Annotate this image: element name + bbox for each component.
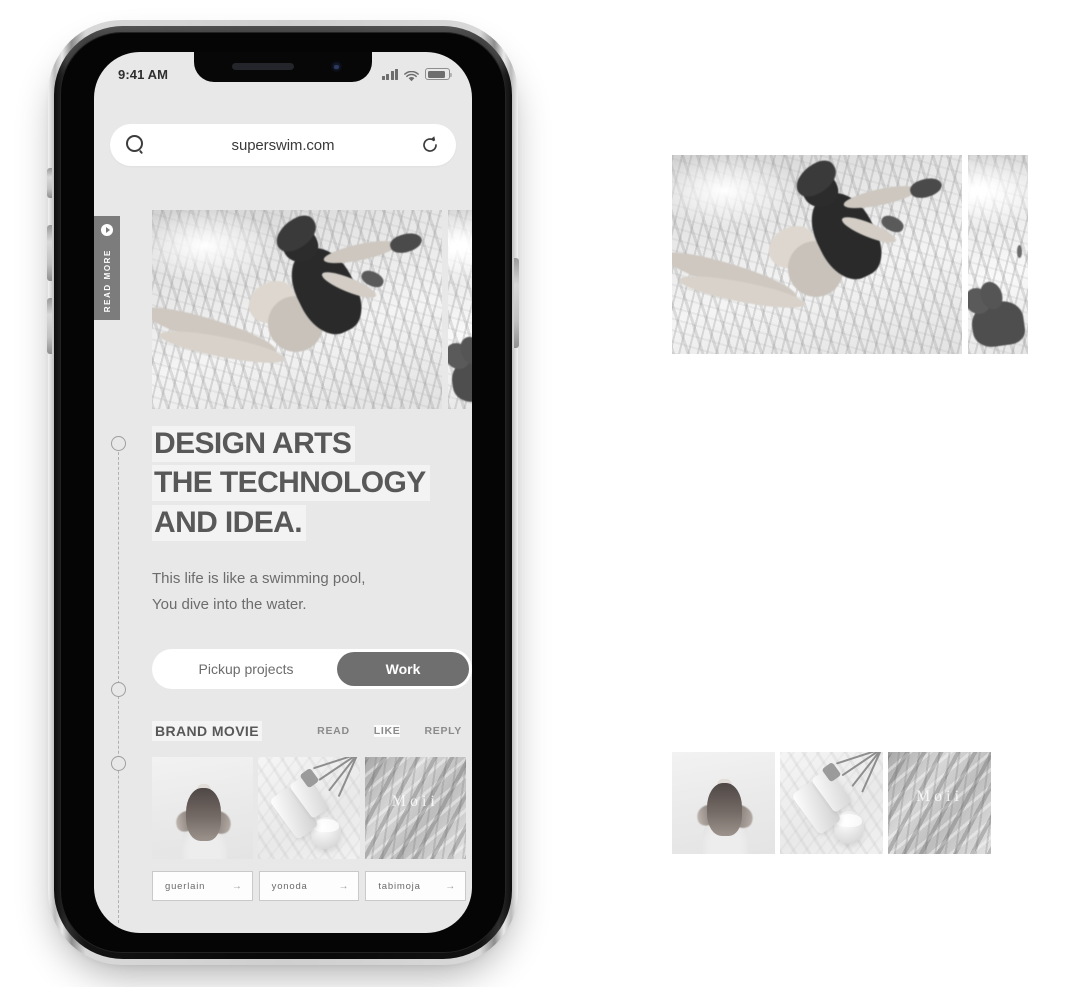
link-like[interactable]: LIKE — [373, 725, 401, 738]
brand-movie-title: BRAND MOVIE — [152, 721, 262, 742]
arrow-right-icon: → — [445, 880, 457, 892]
toggle-option-work[interactable]: Work — [337, 652, 469, 687]
headline-line-1: DESIGN ARTS — [152, 426, 356, 462]
thumbnail-overlay-text: Moii — [391, 793, 439, 811]
earpiece-speaker-icon — [232, 63, 294, 70]
status-icons — [381, 68, 452, 81]
thumbnail-item-3[interactable]: Moii — [364, 757, 466, 860]
brand-chip-row: guerlain → yonoda → tabimoja → — [152, 871, 467, 902]
arrow-right-icon: → — [231, 880, 243, 892]
phone-device-mockup: 9:41 AM superswim.com READ MORE DESIGN A… — [47, 20, 519, 965]
brand-movie-row: BRAND MOVIE READ LIKE REPLY — [152, 721, 466, 742]
thumb-3-asset[interactable]: Moii — [888, 752, 991, 854]
chip-guerlain[interactable]: guerlain → — [152, 871, 253, 902]
volume-down-button[interactable] — [47, 298, 52, 354]
read-more-label: READ MORE — [102, 248, 112, 312]
subcopy-line-2: You dive into the water. — [152, 595, 307, 613]
thumb-2-asset[interactable] — [780, 752, 883, 854]
thumbnail-overlay-text-asset: Moii — [915, 788, 964, 805]
content-column: DESIGN ARTS THE TECHNOLOGY AND IDEA. Thi… — [152, 424, 472, 902]
signal-icon — [381, 68, 398, 80]
url-text[interactable]: superswim.com — [146, 137, 420, 154]
subheading-text: This life is like a swimming pool, You d… — [152, 566, 466, 618]
link-reply[interactable]: REPLY — [424, 725, 462, 737]
timeline-node — [111, 682, 126, 697]
link-read[interactable]: READ — [317, 725, 350, 737]
screenshot-root: 9:41 AM superswim.com READ MORE DESIGN A… — [0, 0, 1080, 987]
phone-screen: 9:41 AM superswim.com READ MORE DESIGN A… — [94, 52, 472, 933]
chip-yonoda[interactable]: yonoda → — [258, 871, 360, 902]
thumbnail-item-2[interactable] — [258, 757, 360, 860]
timeline-node — [111, 436, 126, 451]
timeline-node — [111, 756, 126, 771]
status-time: 9:41 AM — [118, 66, 169, 82]
thumbnail-item-1[interactable] — [152, 757, 254, 860]
subcopy-line-1: This life is like a swimming pool, — [152, 569, 366, 587]
chip-label: guerlain — [165, 880, 206, 892]
chip-tabimoja[interactable]: tabimoja → — [365, 871, 467, 902]
arrow-right-icon: → — [338, 880, 350, 892]
timeline-rail — [108, 436, 130, 923]
read-more-tab[interactable]: READ MORE — [94, 216, 120, 320]
battery-icon — [425, 68, 452, 80]
page-title: DESIGN ARTS THE TECHNOLOGY AND IDEA. — [152, 424, 466, 542]
front-camera-icon — [331, 61, 342, 72]
hero-gallery — [152, 210, 472, 409]
wifi-icon — [404, 69, 419, 81]
reload-icon[interactable] — [420, 135, 440, 155]
notch — [194, 52, 372, 82]
headline-line-3: AND IDEA. — [152, 504, 306, 541]
toggle-option-pickup-projects[interactable]: Pickup projects — [155, 661, 337, 677]
brand-movie-links: READ LIKE REPLY — [317, 725, 466, 738]
chip-label: yonoda — [271, 880, 308, 892]
play-circle-icon — [101, 224, 113, 236]
hero-main-asset[interactable] — [672, 155, 962, 354]
thumb-1-asset[interactable] — [672, 752, 775, 854]
website-content: READ MORE DESIGN ARTS THE TECHNOLOGY AND… — [94, 178, 472, 933]
headline-line-2: THE TECHNOLOGY — [152, 465, 430, 502]
search-icon[interactable] — [126, 135, 146, 155]
hero-side-image[interactable] — [448, 210, 472, 409]
segmented-toggle[interactable]: Pickup projects Work — [152, 649, 472, 690]
volume-up-button[interactable] — [47, 225, 52, 281]
thumbnail-gallery: Moii — [152, 757, 466, 860]
browser-url-bar[interactable]: superswim.com — [110, 124, 456, 166]
hero-main-image[interactable] — [152, 210, 442, 409]
chip-label: tabimoja — [378, 880, 421, 892]
hero-side-asset[interactable] — [968, 155, 1028, 354]
power-button[interactable] — [514, 258, 519, 348]
silent-switch[interactable] — [47, 168, 52, 198]
